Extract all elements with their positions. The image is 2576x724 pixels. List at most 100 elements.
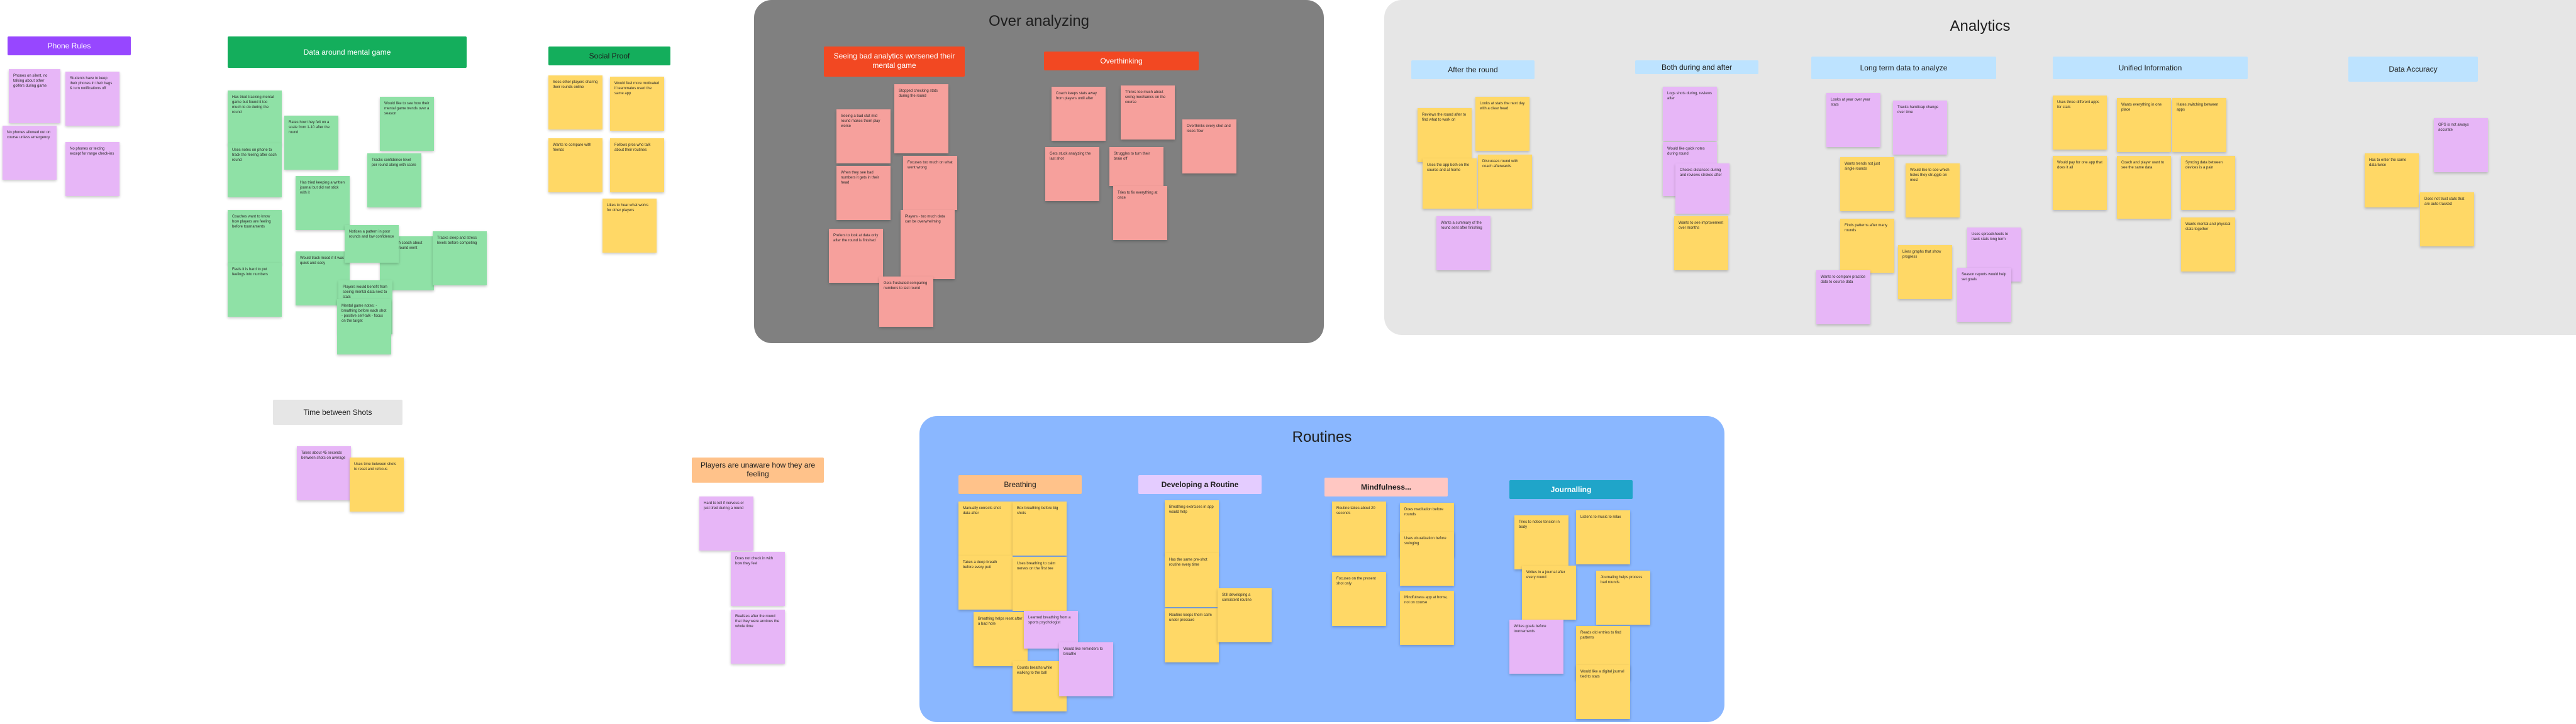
sticky-note[interactable]: Uses three different apps for stats <box>2053 96 2107 150</box>
sticky-note[interactable]: Overthinks every shot and loses flow <box>1182 119 1236 173</box>
sticky-note[interactable]: Would like to see how their mental game … <box>380 97 434 151</box>
sticky-note[interactable]: Tries to fix everything at once <box>1113 186 1167 240</box>
sticky-note[interactable]: Wants trends not just single rounds <box>1840 157 1894 211</box>
sticky-note[interactable]: Wants to compare with friends <box>548 138 602 192</box>
header-developing-routine[interactable]: Developing a Routine <box>1138 475 1262 494</box>
sticky-note[interactable]: Syncing data between devices is a pain <box>2181 156 2235 210</box>
sticky-note[interactable]: Season reports would help set goals <box>1957 268 2011 322</box>
sticky-note[interactable]: Would like reminders to breathe <box>1059 642 1113 696</box>
sticky-note[interactable]: Box breathing before big shots <box>1013 502 1067 556</box>
sticky-note[interactable]: Wants mental and physical stats together <box>2181 217 2235 272</box>
sticky-note[interactable]: Tracks sleep and stress levels before co… <box>433 231 487 285</box>
sticky-note[interactable]: Follows pros who talk about their routin… <box>610 138 664 192</box>
sticky-note[interactable]: Discusses round with coach afterwards <box>1478 155 1532 209</box>
sticky-note[interactable]: Looks at year over year stats <box>1826 93 1880 147</box>
sticky-note[interactable]: Mental game notes: - breathing before ea… <box>337 299 391 354</box>
sticky-note[interactable]: Uses the app both on the course and at h… <box>1423 158 1477 209</box>
sticky-note[interactable]: Mindfulness app at home, not on course <box>1400 591 1454 645</box>
sticky-note[interactable]: Routine keeps them calm under pressure <box>1165 608 1219 662</box>
sticky-note[interactable]: Checks distances during and reviews stro… <box>1675 163 1729 214</box>
sticky-note[interactable]: Coach and player want to see the same da… <box>2117 156 2171 219</box>
header-data-accuracy[interactable]: Data Accuracy <box>2348 57 2478 82</box>
header-breathing[interactable]: Breathing <box>958 475 1082 494</box>
sticky-note[interactable]: Takes a deep breath before every putt <box>958 556 1013 610</box>
header-journalling[interactable]: Journalling <box>1509 480 1633 499</box>
sticky-note[interactable]: Likes graphs that show progress <box>1898 245 1952 299</box>
sticky-note[interactable]: Uses visualization before swinging <box>1400 532 1454 586</box>
sticky-note[interactable]: Writes in a journal after every round <box>1522 566 1576 620</box>
sticky-note[interactable]: Gets stuck analyzing the last shot <box>1045 147 1099 201</box>
sticky-note[interactable]: Notices a pattern in poor rounds and low… <box>345 225 399 263</box>
sticky-note[interactable]: Thinks too much about swing mechanics on… <box>1121 85 1175 140</box>
sticky-note[interactable]: Looks at stats the next day with a clear… <box>1475 97 1530 151</box>
sticky-note[interactable]: Writes goals before tournaments <box>1509 620 1563 674</box>
sticky-note[interactable]: Uses breathing to calm nerves on the fir… <box>1013 557 1067 611</box>
sticky-note[interactable]: Has tried keeping a written journal but … <box>296 176 350 230</box>
sticky-note[interactable]: Would like to see which holes they strug… <box>1906 163 1960 217</box>
sticky-note[interactable]: Gets frustrated comparing numbers to las… <box>879 277 933 327</box>
sticky-note[interactable]: Coaches want to know how players are fee… <box>228 210 282 264</box>
sticky-note[interactable]: Feels it is hard to put feelings into nu… <box>228 263 282 317</box>
sticky-note[interactable]: Has to enter the same data twice <box>2365 153 2419 207</box>
sticky-note[interactable]: Routine takes about 20 seconds <box>1332 502 1386 556</box>
sticky-note[interactable]: Has the same pre-shot routine every time <box>1165 553 1219 607</box>
header-seeing-bad-analytics[interactable]: Seeing bad analytics worsened their ment… <box>824 47 965 77</box>
sticky-note[interactable]: Does not check in with how they feel <box>731 552 785 606</box>
sticky-note[interactable]: No phones allowed out on course unless e… <box>3 126 57 180</box>
sticky-note[interactable]: Coach keeps stats away from players unti… <box>1052 87 1106 141</box>
header-time-between-shots[interactable]: Time between Shots <box>273 400 402 425</box>
sticky-note[interactable]: Prefers to look at data only after the r… <box>829 229 883 283</box>
header-overthinking[interactable]: Overthinking <box>1044 52 1199 70</box>
sticky-note[interactable]: GPS is not always accurate <box>2434 118 2488 172</box>
sticky-note[interactable]: Wants everything in one place <box>2117 98 2171 152</box>
sticky-note[interactable]: Focuses on the present shot only <box>1332 572 1386 626</box>
sticky-note[interactable]: Stopped checking stats during the round <box>894 84 948 153</box>
whiteboard-canvas[interactable]: Over analyzing Analytics Routines Phone … <box>0 0 2576 724</box>
sticky-note[interactable]: Likes to hear what works for other playe… <box>602 199 657 253</box>
sticky-note[interactable]: Hates switching between apps <box>2172 98 2226 152</box>
sticky-note[interactable]: Focuses too much on what went wrong <box>903 156 957 210</box>
sticky-note[interactable]: Seeing a bad stat mid round makes them p… <box>836 109 891 163</box>
sticky-note[interactable]: Does not trust stats that are auto-track… <box>2420 192 2474 246</box>
sticky-note[interactable]: Takes about 45 seconds between shots on … <box>297 446 351 500</box>
sticky-note[interactable]: Wants to see improvement over months <box>1674 216 1728 270</box>
sticky-note[interactable]: Uses notes on phone to track the feeling… <box>228 143 282 197</box>
header-players-unaware[interactable]: Players are unaware how they are feeling <box>692 458 824 483</box>
header-after-the-round[interactable]: After the round <box>1411 60 1535 79</box>
sticky-note[interactable]: Logs shots during, reviews after <box>1663 87 1717 141</box>
sticky-note[interactable]: Would like a digital journal tied to sta… <box>1576 665 1630 719</box>
sticky-note[interactable]: Rates how they felt on a scale from 1-10… <box>284 116 338 170</box>
sticky-note[interactable]: Would pay for one app that does it all <box>2053 156 2107 210</box>
sticky-note[interactable]: Tries to notice tension in body <box>1514 515 1568 569</box>
sticky-note[interactable]: Uses time between shots to reset and ref… <box>350 458 404 512</box>
sticky-note[interactable]: When they see bad numbers it gets in the… <box>836 166 891 220</box>
sticky-note[interactable]: Struggles to turn their brain off <box>1109 147 1163 186</box>
sticky-note[interactable]: Journaling helps process bad rounds <box>1596 571 1650 625</box>
sticky-note[interactable]: Tracks confidence level per round along … <box>367 153 421 207</box>
sticky-note[interactable]: Has tried tracking mental game but found… <box>228 90 282 145</box>
sticky-note[interactable]: Breathing helps reset after a bad hole <box>974 612 1028 666</box>
sticky-note[interactable]: Listens to music to relax <box>1576 510 1630 564</box>
sticky-note[interactable]: Wants a summary of the round sent after … <box>1436 216 1491 270</box>
header-data-mental-game[interactable]: Data around mental game <box>228 36 467 68</box>
sticky-note[interactable]: Players - too much data can be overwhelm… <box>901 210 955 279</box>
header-phone-rules[interactable]: Phone Rules <box>8 36 131 55</box>
header-social-proof[interactable]: Social Proof <box>548 47 670 65</box>
header-unified-information[interactable]: Unified Information <box>2053 57 2248 79</box>
sticky-note[interactable]: Sees other players sharing their rounds … <box>548 75 602 129</box>
sticky-note[interactable]: Students have to keep their phones in th… <box>65 72 119 126</box>
header-long-term-data[interactable]: Long term data to analyze <box>1811 57 1996 79</box>
sticky-note[interactable]: Hard to tell if nervous or just tired du… <box>699 496 753 551</box>
header-mindfulness[interactable]: Mindfulness... <box>1324 478 1448 496</box>
sticky-note[interactable]: No phones or texting except for range ch… <box>65 142 119 196</box>
sticky-note[interactable]: Realizes after the round that they were … <box>731 610 785 664</box>
header-both-during-and-after[interactable]: Both during and after <box>1635 60 1758 74</box>
sticky-note[interactable]: Manually corrects shot data after <box>958 502 1013 556</box>
sticky-note[interactable]: Finds patterns after many rounds <box>1840 219 1894 273</box>
sticky-note[interactable]: Wants to compare practice data to course… <box>1816 270 1870 324</box>
sticky-note[interactable]: Phones on silent, no talking about other… <box>9 69 60 123</box>
sticky-note[interactable]: Reviews the round after to find what to … <box>1418 108 1472 162</box>
sticky-note[interactable]: Tracks handicap change over time <box>1893 101 1947 155</box>
sticky-note[interactable]: Breathing exercises in app would help <box>1165 500 1219 554</box>
sticky-note[interactable]: Would feel more motivated if teammates u… <box>610 77 664 131</box>
